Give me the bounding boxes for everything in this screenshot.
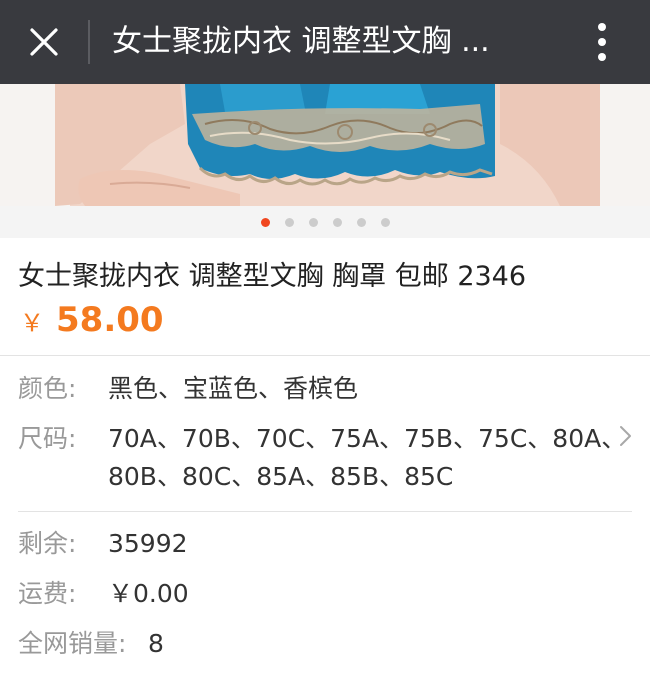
size-values-line: 70A、70B、70C、75A、75B、75C、80A、 [108, 424, 627, 453]
shipping-row: 运费: ￥0.00 [18, 576, 189, 612]
color-label: 颜色: [18, 374, 77, 403]
gallery-dot[interactable] [356, 217, 366, 227]
price-amount: 58.00 [56, 300, 164, 340]
shipping-label: 运费: [18, 579, 77, 608]
top-navigation-bar: 女士聚拢内衣 调整型文胸 ... [0, 0, 650, 84]
gallery-dot[interactable] [380, 217, 390, 227]
gallery-dot[interactable] [284, 217, 294, 227]
shipping-value: ￥0.00 [108, 579, 189, 608]
product-image[interactable] [0, 84, 650, 206]
size-values: 70A、70B、70C、75A、75B、75C、80A、 80B、80C、85A… [108, 420, 627, 496]
size-label: 尺码: [18, 424, 77, 453]
stock-label: 剩余: [18, 529, 77, 558]
product-price: ￥ 58.00 [20, 300, 164, 340]
color-values: 黑色、宝蓝色、香槟色 [108, 374, 359, 403]
title-divider [88, 20, 90, 64]
product-title: 女士聚拢内衣 调整型文胸 胸罩 包邮 2346 [18, 261, 527, 292]
stock-row: 剩余: 35992 [18, 526, 188, 562]
chevron-right-icon[interactable] [616, 424, 636, 448]
close-icon [30, 28, 58, 56]
more-vertical-icon [598, 23, 606, 61]
gallery-pagination [0, 206, 650, 238]
currency-symbol: ￥ [20, 309, 44, 337]
product-photo [0, 84, 650, 206]
section-divider [0, 355, 650, 356]
sales-label: 全网销量: [18, 629, 127, 658]
gallery-dot[interactable] [332, 217, 342, 227]
close-button[interactable] [0, 0, 88, 84]
page-title: 女士聚拢内衣 调整型文胸 ... [112, 24, 490, 59]
more-menu-button[interactable] [580, 20, 624, 64]
sales-row: 全网销量: 8 [18, 626, 164, 662]
size-option-row[interactable]: 尺码: 70A、70B、70C、75A、75B、75C、80A、 80B、80C… [18, 420, 627, 496]
color-option-row[interactable]: 颜色: 黑色、宝蓝色、香槟色 [18, 370, 608, 408]
gallery-dot[interactable] [308, 217, 318, 227]
gallery-dot-active[interactable] [260, 217, 270, 227]
stock-value: 35992 [108, 529, 188, 558]
section-divider [18, 511, 632, 512]
sales-value: 8 [148, 629, 164, 658]
size-values-line: 80B、80C、85A、85B、85C [108, 462, 454, 491]
